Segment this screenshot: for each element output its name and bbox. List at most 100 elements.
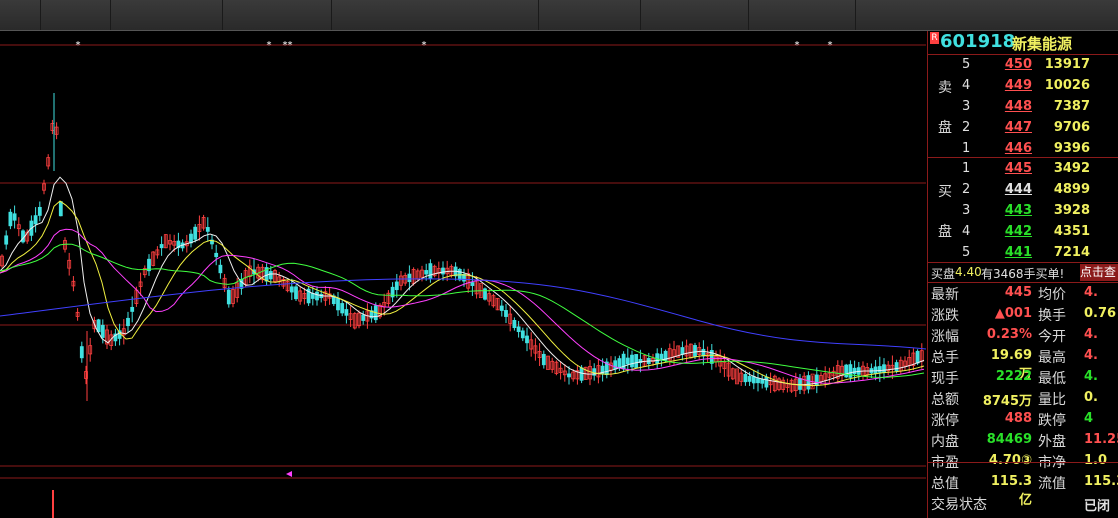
candle-body (159, 244, 164, 249)
candle-body (4, 235, 9, 245)
alert-bar: 买盘 4.40 有3468手买单! 点击查 (928, 264, 1118, 282)
order-volume: 7387 (1053, 99, 1090, 114)
volume-bar (52, 490, 54, 518)
sell-row[interactable]: 5 450 13917 (928, 55, 1118, 76)
sell-row[interactable]: 4 449 10026 (928, 76, 1118, 97)
candle-body (407, 273, 412, 283)
candle-body (315, 291, 319, 301)
stat-label: 总值 (931, 476, 959, 492)
candle-body (680, 347, 685, 355)
stat-value: 115.3 (1084, 474, 1118, 489)
divider (928, 262, 1118, 263)
candle-body (361, 314, 366, 321)
order-price[interactable]: 446 (982, 141, 1032, 156)
order-price[interactable]: 443 (982, 203, 1032, 218)
stat-value: 0.23% (986, 327, 1032, 342)
divider (928, 157, 1118, 158)
order-level: 3 (962, 99, 971, 114)
buy-row[interactable]: 1 445 3492 (928, 159, 1118, 180)
candle-body (218, 264, 223, 274)
candle-body (625, 357, 630, 365)
candle-body (268, 271, 273, 280)
order-volume: 9396 (1053, 141, 1090, 156)
sell-row[interactable]: 3 448 7387 (928, 97, 1118, 118)
candle-body (743, 374, 748, 383)
stat-value: 0.76 (1084, 306, 1117, 321)
toolbar-divider (640, 0, 641, 30)
order-level: 2 (962, 182, 971, 197)
buy-row[interactable]: 4 442 4351 (928, 222, 1118, 243)
candle-body (294, 286, 298, 300)
candle-body (126, 317, 130, 327)
toolbar-divider (331, 0, 332, 30)
stat-label: 跌停 (1038, 413, 1066, 429)
order-price[interactable]: 445 (982, 161, 1032, 176)
toolbar-divider (110, 0, 111, 30)
event-marker-icon: * (267, 40, 272, 51)
stat-label: 内盘 (931, 434, 959, 450)
order-price[interactable]: 449 (982, 78, 1032, 93)
candle-body (844, 364, 849, 378)
stat-value: 0. (1084, 390, 1098, 405)
buy-row[interactable]: 5 441 7214 (928, 243, 1118, 264)
stat-label: 总手 (931, 350, 959, 366)
order-price[interactable]: 447 (982, 120, 1032, 135)
stat-value: 84469 (986, 432, 1032, 447)
candle-body (882, 364, 886, 373)
candle-body (760, 379, 765, 384)
candle-body (693, 345, 697, 357)
ma10-line (0, 200, 925, 386)
candle-body (504, 310, 508, 317)
candle-body (541, 353, 546, 366)
ma30-line (0, 243, 925, 378)
order-price[interactable]: 441 (982, 245, 1032, 260)
candle-body (516, 326, 521, 333)
toolbar-divider (855, 0, 856, 30)
order-price[interactable]: 450 (982, 57, 1032, 72)
candle-body (100, 324, 105, 338)
candle-body (428, 263, 433, 279)
order-price[interactable]: 448 (982, 99, 1032, 114)
stat-value: 4. (1084, 369, 1098, 384)
candle-body (193, 226, 198, 240)
alert-price: 4.40 (955, 265, 982, 279)
stat-label: 量比 (1038, 392, 1066, 408)
stat-label: 换手 (1038, 308, 1066, 324)
event-marker-icon: * (288, 40, 293, 51)
order-price[interactable]: 442 (982, 224, 1032, 239)
candle-body (525, 335, 529, 344)
candle-body (37, 206, 42, 216)
candle-body (747, 376, 752, 382)
candle-body (441, 267, 445, 275)
alert-text-b: 有3468手买单! (981, 267, 1065, 281)
stock-header: R 601918 新集能源 (928, 31, 1118, 55)
candle-body (336, 297, 340, 311)
event-marker-icon: * (828, 40, 833, 51)
divider (928, 282, 1118, 283)
candle-body (58, 201, 63, 217)
candle-body (8, 211, 13, 227)
kline-chart[interactable]: * * * * * * * (0, 31, 926, 518)
sell-row[interactable]: 2 447 9706 (928, 118, 1118, 139)
buy-row[interactable]: 2 444 4899 (928, 180, 1118, 201)
candle-body (33, 215, 38, 225)
candle-body (567, 373, 571, 378)
stock-badge: R (930, 32, 939, 44)
order-price[interactable]: 444 (982, 182, 1032, 197)
buy-row[interactable]: 3 443 3928 (928, 201, 1118, 222)
order-volume: 9706 (1053, 120, 1090, 135)
stat-value: 1.0 (1084, 453, 1108, 468)
order-level: 4 (962, 78, 971, 93)
scroll-marker-icon[interactable] (286, 471, 292, 477)
alert-button[interactable]: 点击查 (1080, 264, 1118, 281)
stat-value: ▲001 (994, 306, 1032, 321)
stat-label: 最低 (1038, 371, 1066, 387)
candle-body (806, 375, 811, 390)
stat-value: 488 (1004, 411, 1032, 426)
candle-body (189, 233, 193, 244)
chart-grid (0, 44, 926, 479)
stat-label: 外盘 (1038, 434, 1066, 450)
event-marker-icon: * (76, 40, 81, 51)
candle-body (613, 360, 618, 370)
stat-value: 11.25 (1084, 432, 1118, 447)
